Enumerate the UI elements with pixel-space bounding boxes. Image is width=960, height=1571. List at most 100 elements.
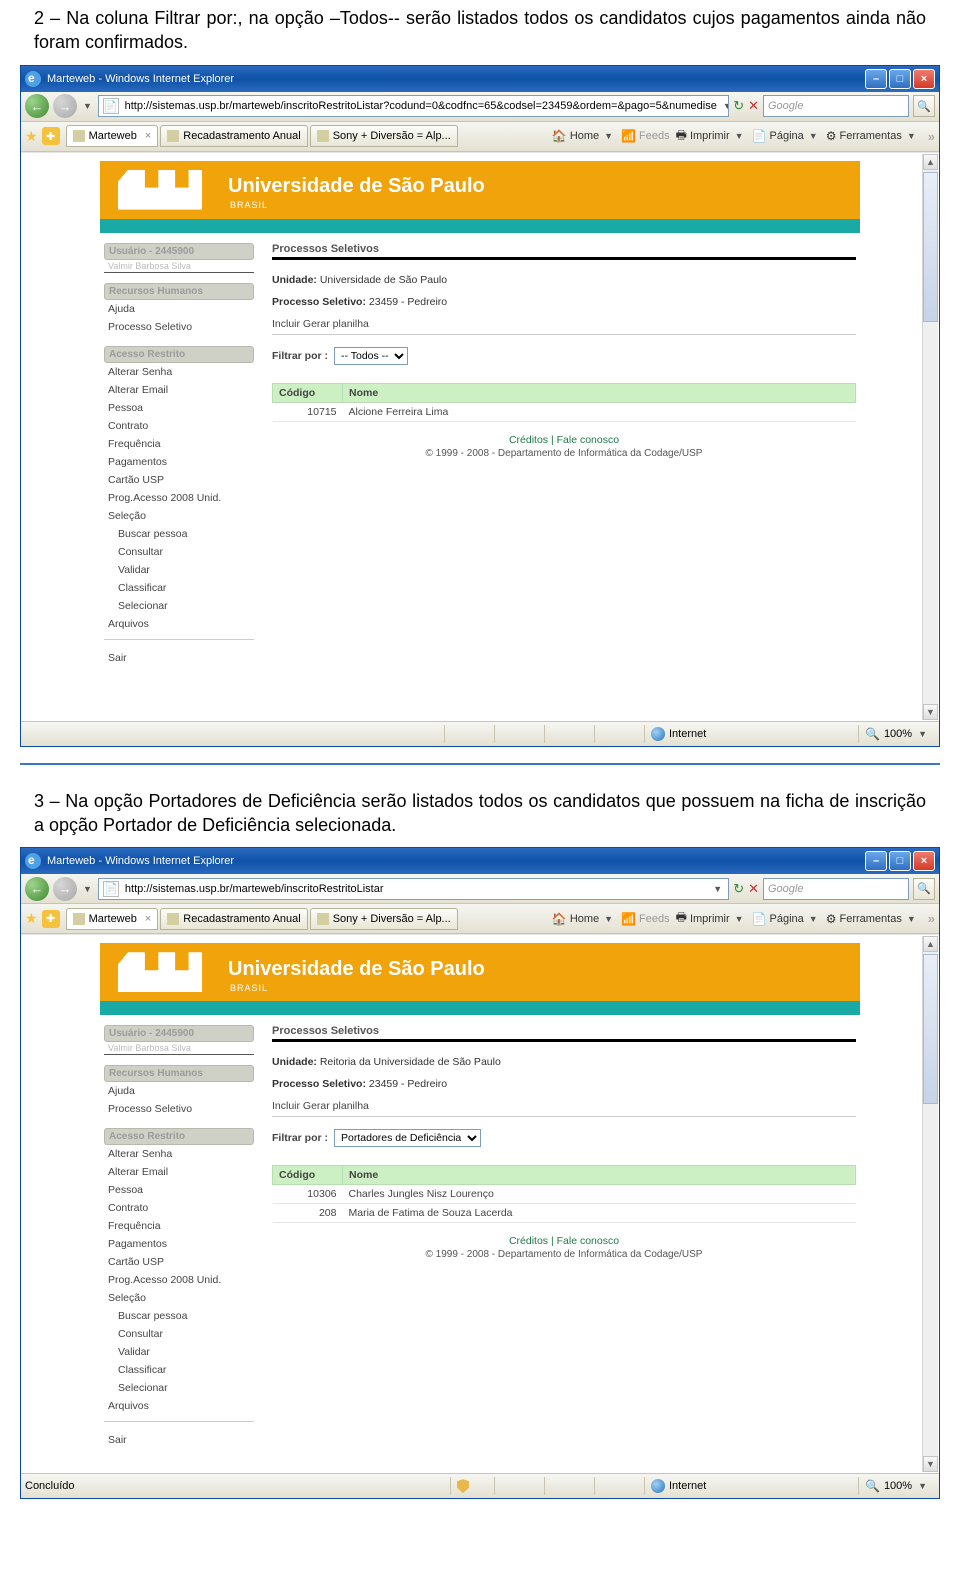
- browser-search-input[interactable]: Google: [763, 878, 909, 900]
- link-fale-conosco[interactable]: Fale conosco: [557, 434, 619, 446]
- tab-close-icon[interactable]: ×: [145, 913, 151, 925]
- tools-menu[interactable]: ⚙Ferramentas▼: [826, 129, 918, 143]
- toolbar-overflow-icon[interactable]: »: [928, 911, 935, 926]
- scroll-down-button[interactable]: ▼: [923, 1456, 938, 1472]
- sidebar-link-buscar-pessoa[interactable]: Buscar pessoa: [104, 1307, 254, 1325]
- close-button[interactable]: ×: [913, 69, 935, 89]
- link-creditos[interactable]: Créditos: [509, 434, 548, 446]
- sidebar-link-alterar-email[interactable]: Alterar Email: [104, 1163, 254, 1181]
- sidebar-link-prog-acesso[interactable]: Prog.Acesso 2008 Unid.: [104, 1271, 254, 1289]
- browser-search-input[interactable]: Google: [763, 95, 909, 117]
- stop-button[interactable]: ✕: [748, 881, 759, 897]
- sidebar-link-processo-seletivo[interactable]: Processo Seletivo: [104, 1100, 254, 1118]
- tab-recadastramento[interactable]: Recadastramento Anual: [160, 908, 307, 930]
- scroll-thumb[interactable]: [923, 954, 938, 1104]
- tab-close-icon[interactable]: ×: [145, 130, 151, 142]
- sidebar-link-contrato[interactable]: Contrato: [104, 417, 254, 435]
- sidebar-link-pagamentos[interactable]: Pagamentos: [104, 453, 254, 471]
- forward-button[interactable]: →: [53, 94, 77, 118]
- scroll-down-button[interactable]: ▼: [923, 704, 938, 720]
- sidebar-link-classificar[interactable]: Classificar: [104, 1361, 254, 1379]
- page-vertical-scrollbar[interactable]: ▲ ▼: [922, 936, 938, 1472]
- table-row[interactable]: 208 Maria de Fatima de Souza Lacerda: [273, 1204, 856, 1223]
- scroll-thumb[interactable]: [923, 172, 938, 322]
- sidebar-link-alterar-senha[interactable]: Alterar Senha: [104, 1145, 254, 1163]
- tab-marteweb[interactable]: Marteweb ×: [66, 125, 159, 147]
- refresh-button[interactable]: ↻: [733, 881, 744, 897]
- address-bar[interactable]: 📄 http://sistemas.usp.br/marteweb/inscri…: [98, 878, 729, 900]
- sidebar-link-ajuda[interactable]: Ajuda: [104, 300, 254, 318]
- home-button[interactable]: 🏠Home▼: [552, 129, 615, 143]
- print-button[interactable]: 🖶Imprimir▼: [676, 126, 746, 147]
- sidebar-link-selecao[interactable]: Seleção: [104, 507, 254, 525]
- sidebar-link-cartao-usp[interactable]: Cartão USP: [104, 1253, 254, 1271]
- tab-sony[interactable]: Sony + Diversão = Alp...: [310, 125, 458, 147]
- page-vertical-scrollbar[interactable]: ▲ ▼: [922, 154, 938, 720]
- nav-history-dropdown-icon[interactable]: ▼: [81, 884, 94, 894]
- sidebar-link-sair[interactable]: Sair: [104, 1431, 254, 1449]
- sidebar-link-contrato[interactable]: Contrato: [104, 1199, 254, 1217]
- sidebar-link-consultar[interactable]: Consultar: [104, 1325, 254, 1343]
- sidebar-link-alterar-email[interactable]: Alterar Email: [104, 381, 254, 399]
- sidebar-link-frequencia[interactable]: Frequência: [104, 1217, 254, 1235]
- stop-button[interactable]: ✕: [748, 98, 759, 114]
- sidebar-link-ajuda[interactable]: Ajuda: [104, 1082, 254, 1100]
- sidebar-link-alterar-senha[interactable]: Alterar Senha: [104, 363, 254, 381]
- add-favorite-icon[interactable]: ✚: [42, 910, 60, 928]
- sidebar-link-arquivos[interactable]: Arquivos: [104, 1397, 254, 1415]
- link-creditos[interactable]: Créditos: [509, 1235, 548, 1247]
- feeds-button[interactable]: 📶Feeds: [621, 912, 670, 926]
- sidebar-link-pessoa[interactable]: Pessoa: [104, 399, 254, 417]
- table-row[interactable]: 10306 Charles Jungles Nisz Lourenço: [273, 1185, 856, 1204]
- sidebar-link-validar[interactable]: Validar: [104, 1343, 254, 1361]
- tab-marteweb[interactable]: Marteweb ×: [66, 908, 159, 930]
- action-links[interactable]: Incluir Gerar planilha: [272, 1100, 856, 1112]
- page-menu[interactable]: 📄Página▼: [752, 912, 820, 926]
- back-button[interactable]: ←: [25, 94, 49, 118]
- sidebar-link-classificar[interactable]: Classificar: [104, 579, 254, 597]
- address-dropdown-icon[interactable]: ▼: [721, 101, 729, 111]
- sidebar-link-prog-acesso[interactable]: Prog.Acesso 2008 Unid.: [104, 489, 254, 507]
- print-button[interactable]: 🖶Imprimir▼: [676, 908, 746, 929]
- sidebar-link-selecao[interactable]: Seleção: [104, 1289, 254, 1307]
- sidebar-link-frequencia[interactable]: Frequência: [104, 435, 254, 453]
- scroll-up-button[interactable]: ▲: [923, 936, 938, 952]
- address-dropdown-icon[interactable]: ▼: [711, 884, 724, 894]
- home-button[interactable]: 🏠Home▼: [552, 912, 615, 926]
- scroll-up-button[interactable]: ▲: [923, 154, 938, 170]
- status-zoom[interactable]: 🔍 100% ▼: [858, 1477, 935, 1495]
- add-favorite-icon[interactable]: ✚: [42, 127, 60, 145]
- sidebar-link-pessoa[interactable]: Pessoa: [104, 1181, 254, 1199]
- sidebar-link-buscar-pessoa[interactable]: Buscar pessoa: [104, 525, 254, 543]
- minimize-button[interactable]: –: [865, 69, 887, 89]
- forward-button[interactable]: →: [53, 877, 77, 901]
- nav-history-dropdown-icon[interactable]: ▼: [81, 101, 94, 111]
- minimize-button[interactable]: –: [865, 851, 887, 871]
- page-menu[interactable]: 📄Página▼: [752, 129, 820, 143]
- link-fale-conosco[interactable]: Fale conosco: [557, 1235, 619, 1247]
- filter-select[interactable]: -- Todos --: [334, 347, 408, 365]
- feeds-button[interactable]: 📶Feeds: [621, 129, 670, 143]
- tab-sony[interactable]: Sony + Diversão = Alp...: [310, 908, 458, 930]
- tools-menu[interactable]: ⚙Ferramentas▼: [826, 912, 918, 926]
- sidebar-link-arquivos[interactable]: Arquivos: [104, 615, 254, 633]
- sidebar-link-pagamentos[interactable]: Pagamentos: [104, 1235, 254, 1253]
- status-zone[interactable]: Internet: [644, 1477, 854, 1495]
- action-links[interactable]: Incluir Gerar planilha: [272, 318, 856, 330]
- back-button[interactable]: ←: [25, 877, 49, 901]
- status-zoom[interactable]: 🔍 100% ▼: [858, 725, 935, 743]
- address-bar[interactable]: 📄 http://sistemas.usp.br/marteweb/inscri…: [98, 95, 729, 117]
- sidebar-link-consultar[interactable]: Consultar: [104, 543, 254, 561]
- search-go-button[interactable]: 🔍: [913, 95, 935, 117]
- close-button[interactable]: ×: [913, 851, 935, 871]
- table-row[interactable]: 10715 Alcione Ferreira Lima: [273, 402, 856, 421]
- sidebar-link-sair[interactable]: Sair: [104, 649, 254, 667]
- favorites-icon[interactable]: ★: [25, 128, 38, 145]
- sidebar-link-validar[interactable]: Validar: [104, 561, 254, 579]
- search-go-button[interactable]: 🔍: [913, 878, 935, 900]
- sidebar-link-selecionar[interactable]: Selecionar: [104, 1379, 254, 1397]
- sidebar-link-processo-seletivo[interactable]: Processo Seletivo: [104, 318, 254, 336]
- filter-select[interactable]: Portadores de Deficiência: [334, 1129, 481, 1147]
- toolbar-overflow-icon[interactable]: »: [928, 129, 935, 144]
- maximize-button[interactable]: □: [889, 69, 911, 89]
